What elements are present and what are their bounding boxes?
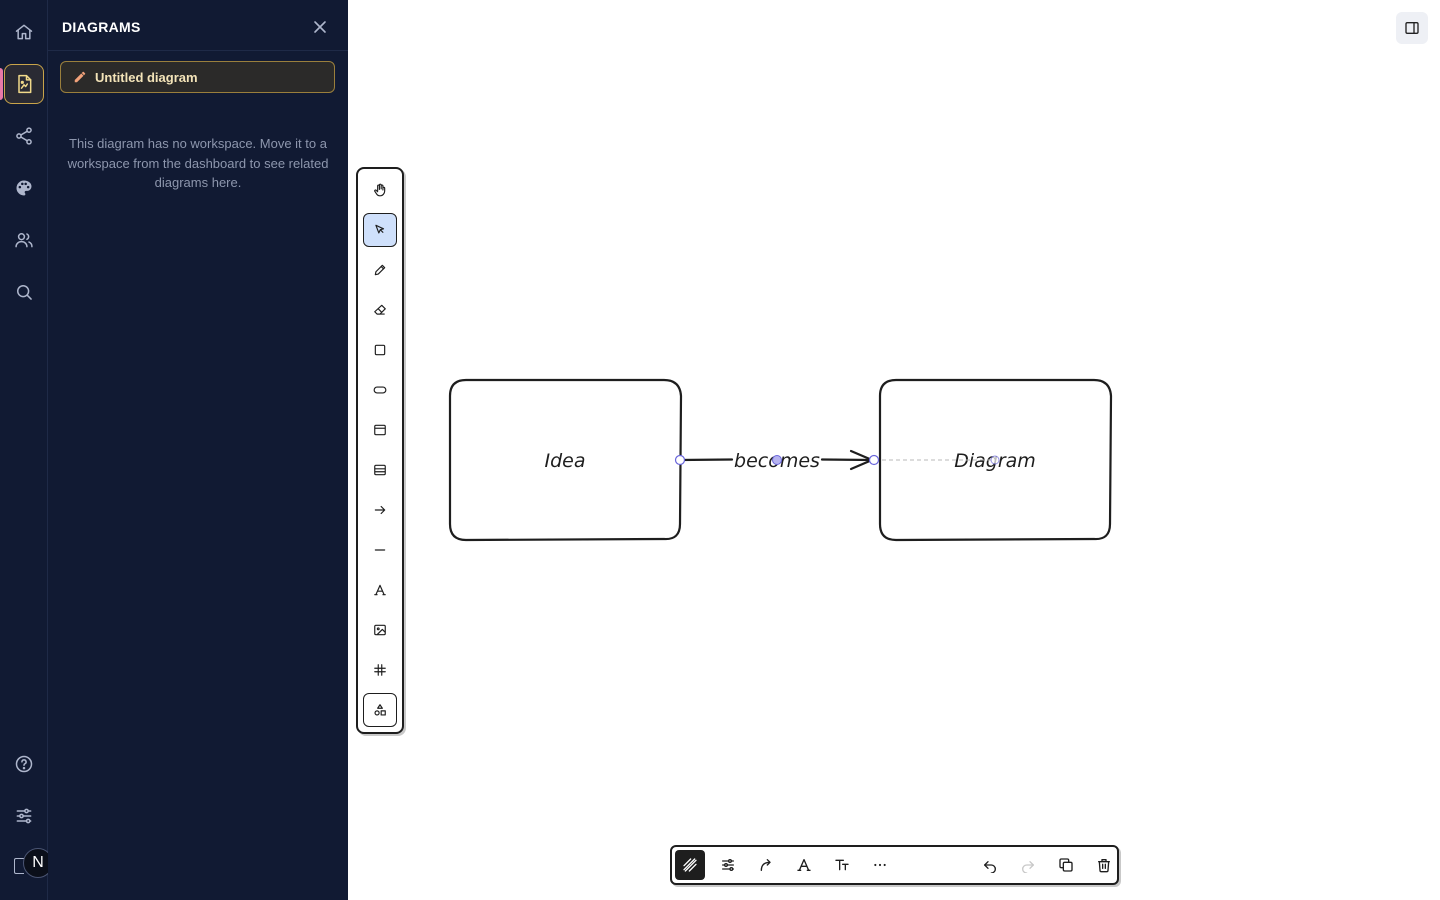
more-icon[interactable] [865, 850, 895, 880]
text-tool-icon[interactable] [363, 573, 397, 607]
binding-point-handle [990, 455, 1000, 465]
share-icon[interactable] [4, 116, 44, 156]
node-idea[interactable]: Idea [448, 378, 683, 542]
palette-icon[interactable] [4, 168, 44, 208]
search-icon[interactable] [4, 272, 44, 312]
users-icon[interactable] [4, 220, 44, 260]
arrow-midpoint-handle[interactable] [772, 455, 782, 465]
arrow-type-icon[interactable] [751, 850, 781, 880]
panel-header: DIAGRAMS [48, 0, 348, 51]
pencil-icon [73, 70, 87, 84]
font-icon[interactable] [789, 850, 819, 880]
arrow-end-handle[interactable] [868, 454, 880, 466]
crop-tool-icon[interactable] [363, 653, 397, 687]
icon-rail: N [0, 0, 53, 900]
text-size-icon[interactable] [827, 850, 857, 880]
sidebar-toggle-icon[interactable] [1396, 12, 1428, 44]
hand-tool-icon[interactable] [363, 173, 397, 207]
current-diagram-name: Untitled diagram [95, 69, 198, 85]
node-idea-label: Idea [545, 450, 586, 472]
undo-icon[interactable] [975, 850, 1005, 880]
tool-palette [356, 167, 404, 734]
panel-title: DIAGRAMS [62, 19, 141, 35]
image-tool-icon[interactable] [363, 613, 397, 647]
table-tool-icon[interactable] [363, 453, 397, 487]
help-icon[interactable] [4, 744, 44, 784]
eraser-tool-icon[interactable] [363, 293, 397, 327]
rectangle-tool-icon[interactable] [363, 333, 397, 367]
diagrams-panel: DIAGRAMS Untitled diagram This diagram h… [48, 0, 348, 900]
diagrams-icon[interactable] [4, 64, 44, 104]
home-icon[interactable] [4, 12, 44, 52]
close-icon[interactable] [310, 17, 330, 37]
fill-style-icon[interactable] [675, 850, 705, 880]
settings-icon[interactable] [4, 796, 44, 836]
diagram-canvas[interactable]: Idea Diagram becomes [348, 0, 1440, 900]
current-diagram-item[interactable]: Untitled diagram [60, 61, 335, 93]
shapes-library-icon[interactable] [363, 693, 397, 727]
adjust-icon[interactable] [713, 850, 743, 880]
no-workspace-message: This diagram has no workspace. Move it t… [67, 136, 329, 190]
duplicate-icon[interactable] [1051, 850, 1081, 880]
arrow-tool-icon[interactable] [363, 493, 397, 527]
pencil-tool-icon[interactable] [363, 253, 397, 287]
active-indicator [0, 68, 3, 100]
line-tool-icon[interactable] [363, 533, 397, 567]
properties-toolbar [670, 845, 1119, 885]
select-tool-icon[interactable] [363, 213, 397, 247]
delete-icon[interactable] [1089, 850, 1119, 880]
arrow-start-handle[interactable] [674, 454, 686, 466]
redo-icon[interactable] [1013, 850, 1043, 880]
diagram-drawing: Idea Diagram becomes [448, 378, 1113, 542]
frame-tool-icon[interactable] [363, 413, 397, 447]
ellipse-tool-icon[interactable] [363, 373, 397, 407]
